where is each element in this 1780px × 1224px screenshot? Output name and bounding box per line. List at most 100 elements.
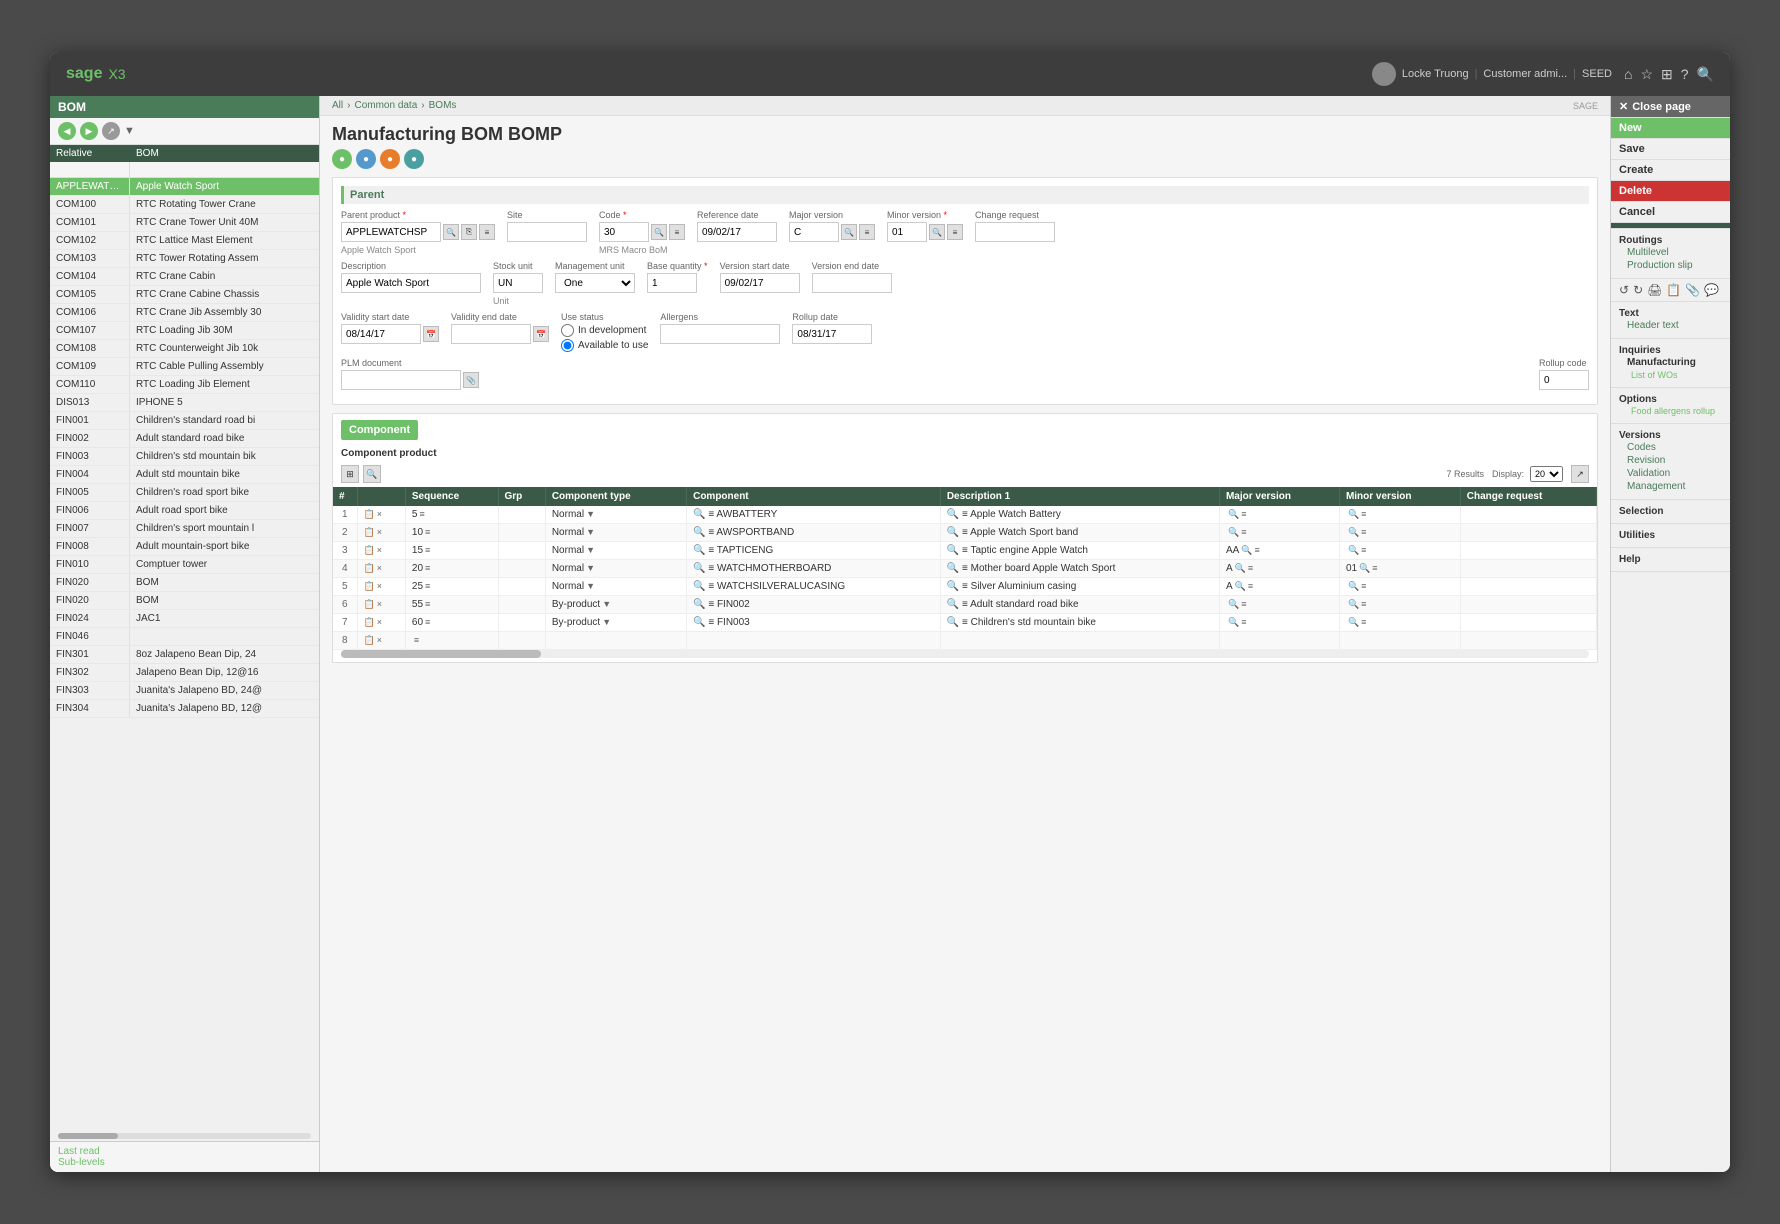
radio-in-development[interactable] bbox=[561, 324, 574, 337]
comp-search-icon[interactable]: 🔍 bbox=[693, 599, 705, 610]
row-del-icon[interactable]: × bbox=[377, 581, 382, 592]
major-search-icon[interactable]: 🔍 bbox=[1228, 617, 1239, 627]
seq-icon[interactable]: ≡ bbox=[425, 527, 430, 537]
list-item[interactable]: COM109 RTC Cable Pulling Assembly bbox=[50, 358, 319, 376]
text-title[interactable]: Text bbox=[1619, 308, 1722, 319]
major-version-search-btn[interactable]: 🔍 bbox=[841, 224, 857, 240]
new-btn[interactable]: New bbox=[1611, 118, 1730, 139]
minor-search-icon[interactable]: 🔍 bbox=[1348, 509, 1359, 519]
desc-icon1[interactable]: 🔍 bbox=[947, 581, 959, 592]
minor-detail-icon[interactable]: ≡ bbox=[1372, 563, 1377, 573]
validation-btn[interactable]: Validation bbox=[1619, 467, 1722, 480]
management-unit-select[interactable]: One bbox=[555, 273, 635, 293]
comp-detail-icon[interactable]: ≡ bbox=[708, 581, 714, 592]
seq-icon[interactable]: ≡ bbox=[419, 509, 424, 519]
desc-icon1[interactable]: 🔍 bbox=[947, 509, 959, 520]
major-search-icon[interactable]: 🔍 bbox=[1228, 527, 1239, 537]
home-icon[interactable]: ⌂ bbox=[1624, 66, 1632, 83]
plm-document-btn[interactable]: 📎 bbox=[463, 372, 479, 388]
major-version-input[interactable] bbox=[789, 222, 839, 242]
rollup-code-input[interactable] bbox=[1539, 370, 1589, 390]
major-search-icon[interactable]: 🔍 bbox=[1228, 509, 1239, 519]
row-del-icon[interactable]: × bbox=[377, 545, 382, 556]
list-item[interactable]: COM104 RTC Crane Cabin bbox=[50, 268, 319, 286]
major-search-icon[interactable]: 🔍 bbox=[1235, 563, 1246, 573]
type-dropdown-icon[interactable]: ▼ bbox=[602, 617, 611, 627]
desc-icon2[interactable]: ≡ bbox=[962, 527, 968, 538]
save-btn[interactable]: Save bbox=[1611, 139, 1730, 160]
type-dropdown-icon[interactable]: ▼ bbox=[586, 545, 595, 555]
list-item[interactable]: FIN301 8oz Jalapeno Bean Dip, 24 bbox=[50, 646, 319, 664]
list-item[interactable]: COM110 RTC Loading Jib Element bbox=[50, 376, 319, 394]
major-detail-icon[interactable]: ≡ bbox=[1255, 545, 1260, 555]
type-dropdown-icon[interactable]: ▼ bbox=[586, 509, 595, 519]
versions-title[interactable]: Versions bbox=[1619, 430, 1722, 441]
delete-btn[interactable]: Delete bbox=[1611, 181, 1730, 202]
help-title[interactable]: Help bbox=[1619, 554, 1722, 565]
last-read-link[interactable]: Last read bbox=[58, 1146, 311, 1157]
cancel-btn[interactable]: Cancel bbox=[1611, 202, 1730, 223]
type-dropdown-icon[interactable]: ▼ bbox=[586, 527, 595, 537]
row-del-icon[interactable]: × bbox=[377, 599, 382, 610]
list-item[interactable]: FIN302 Jalapeno Bean Dip, 12@16 bbox=[50, 664, 319, 682]
help-icon[interactable]: ? bbox=[1681, 66, 1689, 83]
list-item[interactable]: FIN046 bbox=[50, 628, 319, 646]
row-del-icon[interactable]: × bbox=[377, 527, 382, 538]
stock-unit-input[interactable] bbox=[493, 273, 543, 293]
desc-icon1[interactable]: 🔍 bbox=[947, 545, 959, 556]
row-edit-icon[interactable]: 📋 bbox=[364, 545, 375, 556]
major-version-detail-btn[interactable]: ≡ bbox=[859, 224, 875, 240]
list-item[interactable]: FIN007 Children's sport mountain l bbox=[50, 520, 319, 538]
create-btn[interactable]: Create bbox=[1611, 160, 1730, 181]
list-item[interactable]: COM100 RTC Rotating Tower Crane bbox=[50, 196, 319, 214]
desc-icon2[interactable]: ≡ bbox=[962, 545, 968, 556]
major-detail-icon[interactable]: ≡ bbox=[1241, 509, 1246, 519]
food-allergens-btn[interactable]: Food allergens rollup bbox=[1619, 405, 1722, 417]
close-page-btn[interactable]: ✕ Close page bbox=[1611, 96, 1730, 118]
comp-search-icon[interactable]: 🔍 bbox=[693, 545, 705, 556]
inquiries-title[interactable]: Inquiries bbox=[1619, 345, 1722, 356]
comp-detail-icon[interactable]: ≡ bbox=[708, 509, 714, 520]
grid-icon[interactable]: ⊞ bbox=[1661, 66, 1673, 83]
minor-detail-icon[interactable]: ≡ bbox=[1361, 509, 1366, 519]
version-end-date-input[interactable] bbox=[812, 273, 892, 293]
list-item[interactable]: COM105 RTC Crane Cabine Chassis bbox=[50, 286, 319, 304]
utilities-title[interactable]: Utilities bbox=[1619, 530, 1722, 541]
selection-title[interactable]: Selection bbox=[1619, 506, 1722, 517]
list-item[interactable]: FIN005 Children's road sport bike bbox=[50, 484, 319, 502]
row-edit-icon[interactable]: 📋 bbox=[364, 635, 375, 646]
star-icon[interactable]: ☆ bbox=[1640, 66, 1653, 83]
comp-search-icon[interactable]: 🔍 bbox=[693, 527, 705, 538]
list-item[interactable]: DIS013 IPHONE 5 bbox=[50, 394, 319, 412]
parent-product-search-btn[interactable]: 🔍 bbox=[443, 224, 459, 240]
revision-btn[interactable]: Revision bbox=[1619, 454, 1722, 467]
row-del-icon[interactable]: × bbox=[377, 509, 382, 520]
production-slip-btn[interactable]: Production slip bbox=[1619, 259, 1722, 272]
comp-detail-icon[interactable]: ≡ bbox=[708, 563, 714, 574]
list-item[interactable]: FIN020 BOM bbox=[50, 592, 319, 610]
row-edit-icon[interactable]: 📋 bbox=[364, 599, 375, 610]
code-detail-btn[interactable]: ≡ bbox=[669, 224, 685, 240]
minor-search-icon[interactable]: 🔍 bbox=[1348, 617, 1359, 627]
minor-detail-icon[interactable]: ≡ bbox=[1361, 527, 1366, 537]
seq-icon[interactable]: ≡ bbox=[425, 545, 430, 555]
breadcrumb-boms[interactable]: BOMs bbox=[429, 100, 457, 111]
minor-search-icon[interactable]: 🔍 bbox=[1348, 545, 1359, 555]
desc-icon1[interactable]: 🔍 bbox=[947, 599, 959, 610]
desc-icon2[interactable]: ≡ bbox=[962, 599, 968, 610]
filter-bom-input[interactable] bbox=[130, 162, 319, 177]
minor-detail-icon[interactable]: ≡ bbox=[1361, 599, 1366, 609]
table-row[interactable]: 6 📋 × 55≡ By-product▼ 🔍 ≡ FIN002 🔍 ≡ Adu… bbox=[333, 596, 1597, 614]
row-edit-icon[interactable]: 📋 bbox=[364, 527, 375, 538]
row-edit-icon[interactable]: 📋 bbox=[364, 563, 375, 574]
major-detail-icon[interactable]: ≡ bbox=[1248, 563, 1253, 573]
list-item[interactable]: FIN020 BOM bbox=[50, 574, 319, 592]
comp-detail-icon[interactable]: ≡ bbox=[708, 599, 714, 610]
seq-icon[interactable]: ≡ bbox=[425, 563, 430, 573]
major-detail-icon[interactable]: ≡ bbox=[1241, 617, 1246, 627]
code-input[interactable] bbox=[599, 222, 649, 242]
manufacturing-btn[interactable]: Manufacturing bbox=[1619, 356, 1722, 369]
minor-version-search-btn[interactable]: 🔍 bbox=[929, 224, 945, 240]
minor-version-detail-btn[interactable]: ≡ bbox=[947, 224, 963, 240]
plm-document-input[interactable] bbox=[341, 370, 461, 390]
